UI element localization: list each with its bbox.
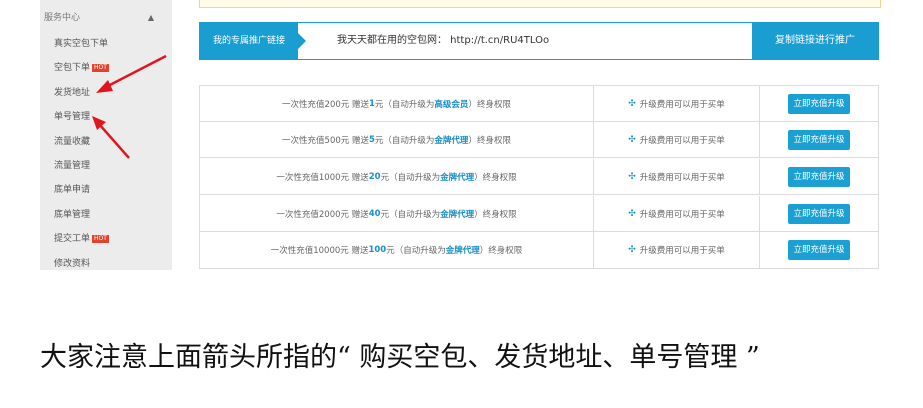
table-row: 一次性充值1000元 赠送 20 元（自动升级为 金牌代理 ）终身权限 ✣ 升级费用可以… bbox=[200, 159, 878, 195]
desc-level: 金牌代理 bbox=[434, 135, 469, 146]
desc-bonus: 40 bbox=[368, 208, 381, 219]
recharge-upgrade-button[interactable]: 立即充值升级 bbox=[788, 240, 850, 260]
sidebar-item-label: 修改资料 bbox=[54, 259, 91, 269]
sidebar-item-label: 提交工单 bbox=[54, 234, 91, 244]
diamond-icon: ✣ bbox=[628, 171, 636, 182]
sidebar-item-label: 空包下单 bbox=[54, 63, 91, 73]
desc-prefix: 一次性充值500元 赠送 bbox=[282, 135, 369, 146]
desc-level: 金牌代理 bbox=[445, 246, 480, 256]
note-text: 升级费用可以用于买单 bbox=[639, 209, 725, 220]
sidebar-header[interactable]: 服务中心 ▲ bbox=[44, 10, 168, 26]
desc-mid: 元（自动升级为 bbox=[380, 172, 441, 183]
upgrade-description: 一次性充值2000元 赠送 40 元（自动升级为 金牌代理 ）终身权限 bbox=[200, 196, 594, 231]
sidebar-item-package-order[interactable]: 空包下单 HOT bbox=[54, 60, 109, 74]
upgrade-note: ✣ 升级费用可以用于买单 bbox=[594, 232, 760, 268]
hot-badge: HOT bbox=[92, 234, 109, 243]
notice-strip bbox=[199, 0, 881, 8]
upgrade-table: 一次性充值200元 赠送 1 元（自动升级为 高级会员 ）终身权限 ✣ 升级费用可以用于… bbox=[199, 85, 879, 269]
promo-link-text[interactable]: 我天天都在用的空包网： http://t.cn/RU4TLOo bbox=[337, 23, 549, 59]
upgrade-button-cell: 立即充值升级 bbox=[760, 86, 878, 121]
caret-up-icon: ▲ bbox=[147, 13, 154, 22]
table-row: 一次性充值2000元 赠送 40 元（自动升级为 金牌代理 ）终身权限 ✣ 升级费用可以… bbox=[200, 196, 878, 232]
note-text: 升级费用可以用于买单 bbox=[639, 99, 725, 110]
promo-label: 我的专属推广链接 bbox=[200, 23, 306, 59]
diamond-icon: ✣ bbox=[628, 134, 636, 145]
desc-suffix: ）终身权限 bbox=[468, 99, 511, 110]
upgrade-description: 一次性充值1000元 赠送 20 元（自动升级为 金牌代理 ）终身权限 bbox=[200, 159, 594, 194]
diamond-icon: ✣ bbox=[628, 98, 636, 109]
sidebar-item-label: 底单管理 bbox=[54, 210, 91, 220]
upgrade-note: ✣ 升级费用可以用于买单 bbox=[594, 122, 760, 157]
sidebar-item-label: 真实空包下单 bbox=[54, 39, 109, 49]
desc-suffix: ）终身权限 bbox=[474, 172, 517, 183]
upgrade-description: 一次性充值500元 赠送 5 元（自动升级为 金牌代理 ）终身权限 bbox=[200, 122, 594, 157]
recharge-upgrade-button[interactable]: 立即充值升级 bbox=[788, 129, 850, 150]
desc-bonus: 100 bbox=[368, 245, 387, 255]
desc-level: 高级会员 bbox=[434, 99, 469, 110]
recharge-upgrade-button[interactable]: 立即充值升级 bbox=[788, 93, 850, 114]
upgrade-note: ✣ 升级费用可以用于买单 bbox=[594, 159, 760, 194]
recharge-upgrade-button[interactable]: 立即充值升级 bbox=[788, 166, 850, 187]
sidebar-item-traffic-favorites[interactable]: 流量收藏 bbox=[54, 134, 90, 148]
sidebar-item-edit-profile[interactable]: 修改资料 bbox=[54, 256, 90, 270]
note-text: 升级费用可以用于买单 bbox=[639, 246, 725, 256]
hot-badge: HOT bbox=[92, 63, 109, 72]
upgrade-note: ✣ 升级费用可以用于买单 bbox=[594, 86, 760, 121]
promo-link-bar: 我的专属推广链接 我天天都在用的空包网： http://t.cn/RU4TLOo… bbox=[199, 22, 879, 60]
desc-prefix: 一次性充值200元 赠送 bbox=[282, 99, 369, 110]
diamond-icon: ✣ bbox=[628, 245, 636, 255]
sidebar-item-receipt-request[interactable]: 底单申请 bbox=[54, 182, 90, 196]
desc-suffix: ）终身权限 bbox=[479, 246, 523, 256]
upgrade-button-cell: 立即充值升级 bbox=[760, 122, 878, 157]
sidebar-item-receipt-management[interactable]: 底单管理 bbox=[54, 207, 90, 221]
desc-mid: 元（自动升级为 bbox=[380, 209, 441, 220]
table-row: 一次性充值200元 赠送 1 元（自动升级为 高级会员 ）终身权限 ✣ 升级费用可以用于… bbox=[200, 86, 878, 122]
upgrade-note: ✣ 升级费用可以用于买单 bbox=[594, 196, 760, 231]
sidebar-item-label: 单号管理 bbox=[54, 112, 91, 122]
copy-link-button[interactable]: 复制链接进行推广 bbox=[752, 23, 878, 59]
sidebar-item-traffic-management[interactable]: 流量管理 bbox=[54, 158, 90, 172]
note-text: 升级费用可以用于买单 bbox=[639, 172, 725, 183]
sidebar-item-submit-ticket[interactable]: 提交工单 HOT bbox=[54, 231, 109, 245]
desc-prefix: 一次性充值2000元 赠送 bbox=[276, 209, 369, 220]
desc-prefix: 一次性充值10000元 赠送 bbox=[270, 246, 369, 256]
sidebar-item-label: 流量收藏 bbox=[54, 137, 91, 147]
desc-suffix: ）终身权限 bbox=[474, 209, 517, 220]
desc-level: 金牌代理 bbox=[440, 209, 475, 220]
sidebar-item-shipping-address[interactable]: 发货地址 bbox=[54, 85, 90, 99]
desc-mid: 元（自动升级为 bbox=[386, 246, 446, 256]
sidebar-item-tracking-management[interactable]: 单号管理 bbox=[54, 109, 90, 123]
sidebar-item-label: 底单申请 bbox=[54, 185, 91, 195]
upgrade-button-cell: 立即充值升级 bbox=[760, 159, 878, 194]
upgrade-button-cell: 立即充值升级 bbox=[760, 232, 878, 268]
table-row: 一次性充值500元 赠送 5 元（自动升级为 金牌代理 ）终身权限 ✣ 升级费用可以用于… bbox=[200, 122, 878, 158]
note-text: 升级费用可以用于买单 bbox=[639, 135, 725, 146]
desc-mid: 元（自动升级为 bbox=[374, 99, 435, 110]
upgrade-description: 一次性充值10000元 赠送 100 元（自动升级为 金牌代理 ）终身权限 bbox=[200, 232, 594, 268]
desc-bonus: 20 bbox=[368, 171, 381, 182]
upgrade-button-cell: 立即充值升级 bbox=[760, 196, 878, 231]
table-row: 一次性充值10000元 赠送 100 元（自动升级为 金牌代理 ）终身权限 ✣ 升级费用… bbox=[200, 232, 878, 268]
desc-prefix: 一次性充值1000元 赠送 bbox=[276, 172, 369, 183]
sidebar-item-label: 流量管理 bbox=[54, 161, 91, 171]
sidebar-item-real-package-order[interactable]: 真实空包下单 bbox=[54, 36, 108, 50]
sidebar-header-label: 服务中心 bbox=[44, 13, 81, 23]
desc-mid: 元（自动升级为 bbox=[374, 135, 435, 146]
upgrade-description: 一次性充值200元 赠送 1 元（自动升级为 高级会员 ）终身权限 bbox=[200, 86, 594, 121]
desc-suffix: ）终身权限 bbox=[468, 135, 511, 146]
diamond-icon: ✣ bbox=[628, 208, 636, 219]
sidebar-item-label: 发货地址 bbox=[54, 88, 91, 98]
caption-text: 大家注意上面箭头所指的“ 购买空包、发货地址、单号管理 ” bbox=[40, 342, 760, 373]
sidebar: 服务中心 ▲ 真实空包下单 空包下单 HOT 发货地址 单号管理 流量收藏 流量管… bbox=[40, 0, 172, 270]
desc-level: 金牌代理 bbox=[440, 172, 475, 183]
recharge-upgrade-button[interactable]: 立即充值升级 bbox=[788, 203, 850, 224]
